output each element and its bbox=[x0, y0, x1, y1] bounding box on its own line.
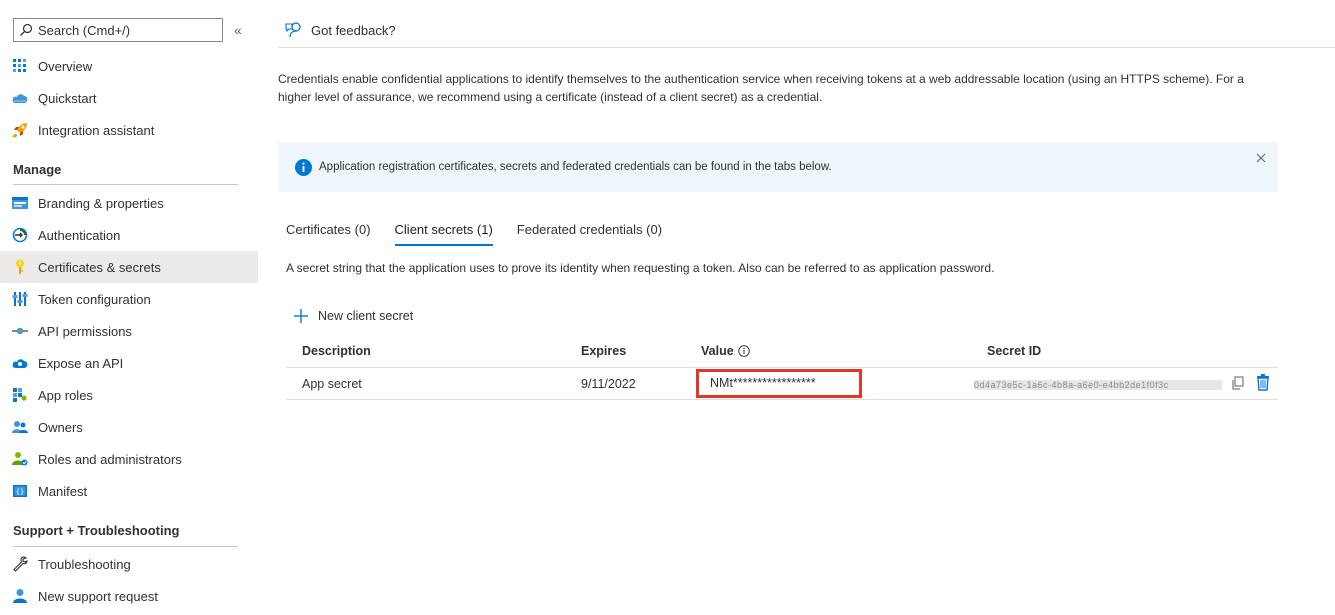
table-row: App secret 9/11/2022 NMt****************… bbox=[286, 368, 1278, 400]
secret-description: App secret bbox=[302, 377, 362, 391]
support-section-header: Support + Troubleshooting bbox=[13, 523, 180, 538]
copy-icon[interactable] bbox=[1231, 376, 1245, 390]
sidebar-item-quickstart[interactable]: Quickstart bbox=[0, 82, 258, 114]
search-box[interactable] bbox=[13, 18, 223, 42]
credentials-description: Credentials enable confidential applicat… bbox=[278, 72, 1244, 104]
sidebar-item-label: Troubleshooting bbox=[38, 556, 131, 572]
info-banner: Application registration certificates, s… bbox=[278, 142, 1278, 192]
info-circle-icon[interactable] bbox=[737, 345, 750, 357]
feedback-label: Got feedback? bbox=[311, 22, 396, 38]
sidebar-item-owners[interactable]: Owners bbox=[0, 411, 258, 443]
wrench-icon bbox=[12, 556, 28, 572]
sidebar-item-label: Token configuration bbox=[38, 291, 151, 307]
sidebar-item-label: API permissions bbox=[38, 323, 132, 339]
got-feedback-button[interactable]: Got feedback? bbox=[278, 14, 396, 46]
info-icon bbox=[295, 158, 312, 176]
close-icon[interactable] bbox=[1255, 152, 1267, 164]
sidebar-item-label: Expose an API bbox=[38, 355, 124, 371]
sidebar-item-token-configuration[interactable]: Token configuration bbox=[0, 283, 258, 315]
sidebar-item-label: Quickstart bbox=[38, 90, 97, 106]
sidebar-item-label: Overview bbox=[38, 58, 93, 74]
search-input[interactable] bbox=[38, 22, 218, 38]
column-header-expires[interactable]: Expires bbox=[581, 344, 626, 358]
collapse-sidebar-icon[interactable]: « bbox=[234, 22, 248, 38]
token-icon bbox=[12, 291, 28, 307]
value-header-label: Value bbox=[701, 344, 734, 358]
column-header-description[interactable]: Description bbox=[302, 344, 371, 358]
plus-icon bbox=[294, 309, 308, 323]
sidebar-item-roles-administrators[interactable]: Roles and administrators bbox=[0, 443, 258, 475]
svg-text:{}: {} bbox=[16, 488, 24, 496]
authentication-icon bbox=[12, 227, 28, 243]
sidebar-item-expose-api[interactable]: Expose an API bbox=[0, 347, 258, 379]
sidebar-item-new-support-request[interactable]: New support request bbox=[0, 580, 258, 612]
client-secrets-description: A secret string that the application use… bbox=[286, 261, 995, 275]
main-content: Got feedback? Credentials enable confide… bbox=[278, 0, 1335, 615]
search-icon bbox=[20, 23, 33, 36]
client-secrets-table: Description Expires Value Secret ID App … bbox=[286, 336, 1278, 400]
section-divider bbox=[13, 546, 238, 547]
sidebar-item-label: Roles and administrators bbox=[38, 451, 182, 467]
section-divider bbox=[13, 184, 238, 185]
tab-certificates[interactable]: Certificates (0) bbox=[286, 218, 371, 246]
rocket-icon bbox=[12, 122, 28, 138]
key-icon bbox=[12, 259, 28, 275]
info-message: Application registration certificates, s… bbox=[319, 161, 832, 173]
api-permissions-icon bbox=[12, 323, 28, 339]
command-bar-divider bbox=[278, 47, 1335, 48]
credentials-tabs: Certificates (0) Client secrets (1) Fede… bbox=[286, 218, 686, 246]
cloud-api-icon bbox=[12, 355, 28, 371]
secret-id[interactable]: 0d4a73e5c-1a6c-4b8a-a6e0-e4bb2de1f0f3c bbox=[974, 380, 1222, 390]
branding-icon bbox=[12, 195, 28, 211]
sidebar-item-label: Integration assistant bbox=[38, 122, 155, 138]
app-roles-icon bbox=[12, 387, 28, 403]
sidebar-item-label: Manifest bbox=[38, 483, 88, 499]
tab-federated-credentials[interactable]: Federated credentials (0) bbox=[517, 218, 662, 246]
secret-value[interactable]: NMt***************** bbox=[696, 369, 862, 398]
new-client-secret-button[interactable]: New client secret bbox=[293, 304, 413, 328]
support-person-icon bbox=[12, 588, 28, 604]
sidebar-item-label: Owners bbox=[38, 419, 83, 435]
sidebar-item-app-roles[interactable]: App roles bbox=[0, 379, 258, 411]
sidebar: « Overview Quickstart Integration assist… bbox=[0, 0, 258, 615]
feedback-icon bbox=[285, 22, 301, 38]
new-client-secret-label: New client secret bbox=[318, 309, 414, 323]
sidebar-item-label: Authentication bbox=[38, 227, 121, 243]
owners-icon bbox=[12, 419, 28, 435]
sidebar-item-label: New support request bbox=[38, 588, 158, 604]
cloud-icon bbox=[12, 90, 28, 106]
sidebar-item-branding[interactable]: Branding & properties bbox=[0, 187, 258, 219]
sidebar-item-api-permissions[interactable]: API permissions bbox=[0, 315, 258, 347]
sidebar-item-integration-assistant[interactable]: Integration assistant bbox=[0, 114, 258, 146]
manage-section-header: Manage bbox=[13, 162, 62, 177]
sidebar-item-manifest[interactable]: {} Manifest bbox=[0, 475, 258, 507]
manifest-icon: {} bbox=[12, 483, 28, 499]
trash-icon[interactable] bbox=[1256, 374, 1270, 391]
column-header-value[interactable]: Value bbox=[701, 344, 750, 358]
sidebar-item-label: Certificates & secrets bbox=[38, 259, 161, 275]
overview-icon bbox=[12, 58, 28, 74]
sidebar-item-authentication[interactable]: Authentication bbox=[0, 219, 258, 251]
sidebar-item-overview[interactable]: Overview bbox=[0, 50, 258, 82]
sidebar-item-label: Branding & properties bbox=[38, 195, 164, 211]
sidebar-item-label: App roles bbox=[38, 387, 93, 403]
roles-icon bbox=[12, 451, 28, 467]
tab-client-secrets[interactable]: Client secrets (1) bbox=[394, 218, 494, 246]
column-header-secret-id[interactable]: Secret ID bbox=[987, 344, 1041, 358]
secret-expires: 9/11/2022 bbox=[581, 377, 636, 391]
table-header: Description Expires Value Secret ID bbox=[286, 336, 1278, 368]
sidebar-item-troubleshooting[interactable]: Troubleshooting bbox=[0, 548, 258, 580]
sidebar-item-certificates-secrets[interactable]: Certificates & secrets bbox=[0, 251, 258, 283]
